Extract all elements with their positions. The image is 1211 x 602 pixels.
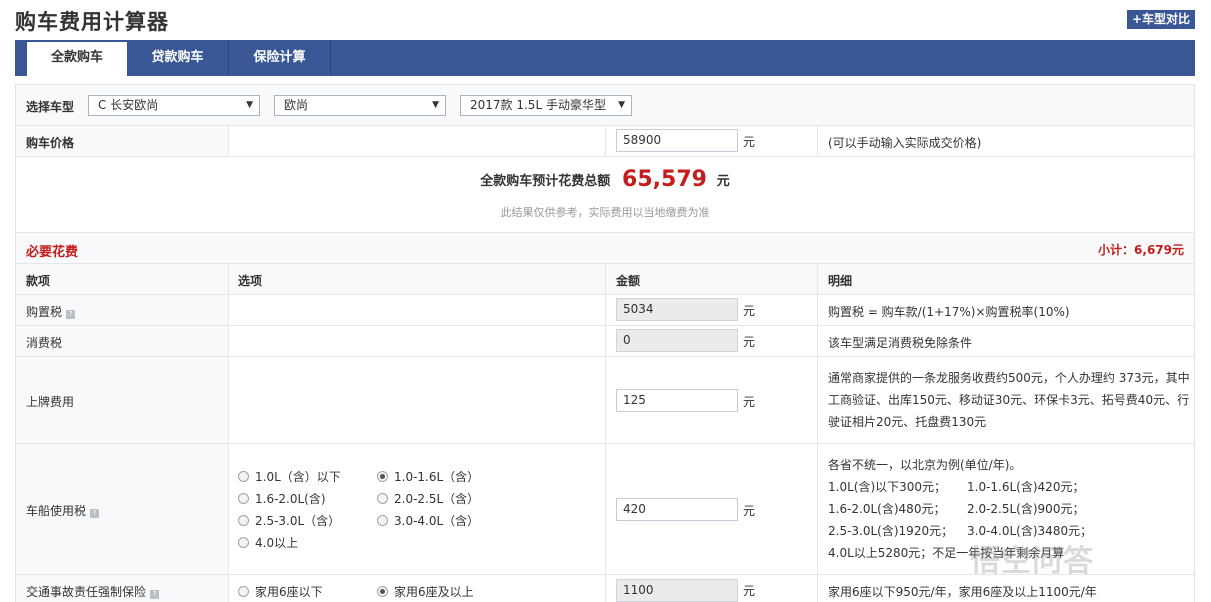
page-title: 购车费用计算器 xyxy=(15,10,169,34)
vehicle-tax-detail-title: 各省不统一，以北京为例(单位/年)。 xyxy=(828,458,1022,472)
radio-icon xyxy=(238,515,249,526)
displacement-option[interactable]: 4.0以上 xyxy=(238,534,298,551)
series-select-value: 欧尚 xyxy=(284,98,309,112)
plate-fee-detail: 通常商家提供的一条龙服务收费约500元，个人办理约 373元，其中 工商验证、出… xyxy=(828,367,1190,433)
header-option: 选项 xyxy=(238,274,263,288)
header-detail: 明细 xyxy=(828,274,853,288)
watermark: 悟空问答 xyxy=(970,544,1094,579)
section-title: 必要花费 xyxy=(26,245,79,260)
plate-fee-unit: 元 xyxy=(743,395,756,409)
table-header-row: 款项 选项 金额 明细 xyxy=(16,264,1194,295)
seat-option[interactable]: 家用6座以下 xyxy=(238,583,323,600)
model-select[interactable]: 2017款 1.5L 手动豪华型 ▼ xyxy=(460,95,632,116)
displacement-option[interactable]: 1.6-2.0L(含) xyxy=(238,490,326,507)
plate-fee-detail-line: 工商验证、出库150元、移动证30元、环保卡3元、拓号费40元、行 xyxy=(828,393,1190,407)
vehicle-tax-label: 车船使用税? xyxy=(26,502,100,519)
radio-icon xyxy=(238,586,249,597)
table-row: 消费税 0 元 该车型满足消费税免除条件 xyxy=(16,326,1194,357)
radio-icon xyxy=(377,493,388,504)
displacement-option[interactable]: 3.0-4.0L（含） xyxy=(377,512,479,529)
total-note: 此结果仅供参考，实际费用以当地缴费为准 xyxy=(500,206,710,219)
tab-insurance[interactable]: 保险计算 xyxy=(229,40,331,76)
help-icon[interactable]: ? xyxy=(66,310,76,319)
consumption-tax-detail: 该车型满足消费税免除条件 xyxy=(828,336,973,350)
radio-icon xyxy=(377,515,388,526)
seat-option[interactable]: 家用6座及以上 xyxy=(377,583,474,600)
help-icon[interactable]: ? xyxy=(150,590,160,599)
chevron-down-icon: ▼ xyxy=(618,100,625,110)
price-input[interactable]: 58900 xyxy=(616,129,738,152)
total-amount: 65,579 xyxy=(622,167,707,192)
chevron-down-icon: ▼ xyxy=(246,100,253,110)
help-icon[interactable]: ? xyxy=(90,509,100,518)
plate-fee-input[interactable]: 125 xyxy=(616,389,738,412)
radio-icon xyxy=(238,471,249,482)
tab-loan[interactable]: 贷款购车 xyxy=(127,40,229,76)
compare-models-button[interactable]: +车型对比 xyxy=(1127,10,1195,29)
radio-checked-icon xyxy=(377,471,388,482)
section-header: 必要花费 小计：6,679元 xyxy=(16,233,1194,264)
car-select-label: 选择车型 xyxy=(26,100,75,114)
price-unit: 元 xyxy=(743,135,756,149)
vehicle-tax-detail-line: 1.6-2.0L(含)480元； 2.0-2.5L(含)900元； xyxy=(828,502,1085,516)
purchase-tax-label: 购置税? xyxy=(26,303,76,320)
total-line: 全款购车预计花费总额 65,579 元 xyxy=(16,167,1194,192)
consumption-tax-label: 消费税 xyxy=(26,336,63,350)
insurance-input: 1100 xyxy=(616,579,738,602)
displacement-option[interactable]: 1.0-1.6L（含） xyxy=(377,468,479,485)
price-row: 购车价格 58900 元 (可以手动输入实际成交价格) xyxy=(16,126,1194,157)
insurance-label: 交通事故责任强制保险? xyxy=(26,583,160,600)
calculator-panel: 选择车型 C 长安欧尚 ▼ 欧尚 ▼ 2017款 1.5L 手动豪华型 ▼ 购车价格 … xyxy=(15,84,1195,602)
plate-fee-label: 上牌费用 xyxy=(26,395,75,409)
total-label: 全款购车预计花费总额 xyxy=(480,174,611,189)
price-label: 购车价格 xyxy=(26,136,75,150)
purchase-tax-unit: 元 xyxy=(743,304,756,318)
consumption-tax-unit: 元 xyxy=(743,335,756,349)
model-select-value: 2017款 1.5L 手动豪华型 xyxy=(470,98,606,112)
displacement-option[interactable]: 1.0L（含）以下 xyxy=(238,468,341,485)
insurance-unit: 元 xyxy=(743,584,756,598)
tab-bar: 全款购车 贷款购车 保险计算 xyxy=(15,40,1195,76)
brand-select[interactable]: C 长安欧尚 ▼ xyxy=(88,95,260,116)
chevron-down-icon: ▼ xyxy=(432,100,439,110)
price-hint: (可以手动输入实际成交价格) xyxy=(828,136,982,150)
radio-icon xyxy=(238,493,249,504)
consumption-tax-input: 0 xyxy=(616,329,738,352)
brand-select-value: C 长安欧尚 xyxy=(98,98,159,112)
displacement-option[interactable]: 2.0-2.5L（含） xyxy=(377,490,479,507)
purchase-tax-input: 5034 xyxy=(616,298,738,321)
vehicle-tax-input[interactable]: 420 xyxy=(616,498,738,521)
car-select-row: 选择车型 C 长安欧尚 ▼ 欧尚 ▼ 2017款 1.5L 手动豪华型 ▼ xyxy=(16,85,1194,126)
header-item: 款项 xyxy=(26,274,51,288)
purchase-tax-detail: 购置税 = 购车款/(1+17%)×购置税率(10%) xyxy=(828,305,1070,319)
plate-fee-detail-line: 通常商家提供的一条龙服务收费约500元，个人办理约 373元，其中 xyxy=(828,371,1190,385)
plate-fee-detail-line: 驶证相片20元、托盘费130元 xyxy=(828,415,987,429)
tab-full-payment[interactable]: 全款购车 xyxy=(27,42,127,76)
section-subtotal: 小计：6,679元 xyxy=(1098,243,1184,257)
series-select[interactable]: 欧尚 ▼ xyxy=(274,95,446,116)
radio-checked-icon xyxy=(377,586,388,597)
header-amount: 金额 xyxy=(616,274,641,288)
insurance-detail: 家用6座以下950元/年，家用6座及以上1100元/年 xyxy=(828,585,1097,599)
radio-icon xyxy=(238,537,249,548)
total-row: 全款购车预计花费总额 65,579 元 此结果仅供参考，实际费用以当地缴费为准 xyxy=(16,157,1194,233)
table-row: 上牌费用 125 元 通常商家提供的一条龙服务收费约500元，个人办理约 373… xyxy=(16,357,1194,444)
total-unit: 元 xyxy=(716,174,730,189)
displacement-option[interactable]: 2.5-3.0L（含） xyxy=(238,512,340,529)
vehicle-tax-unit: 元 xyxy=(743,504,756,518)
vehicle-tax-detail-line: 1.0L(含)以下300元； 1.0-1.6L(含)420元； xyxy=(828,480,1085,494)
table-row: 购置税? 5034 元 购置税 = 购车款/(1+17%)×购置税率(10%) xyxy=(16,295,1194,326)
